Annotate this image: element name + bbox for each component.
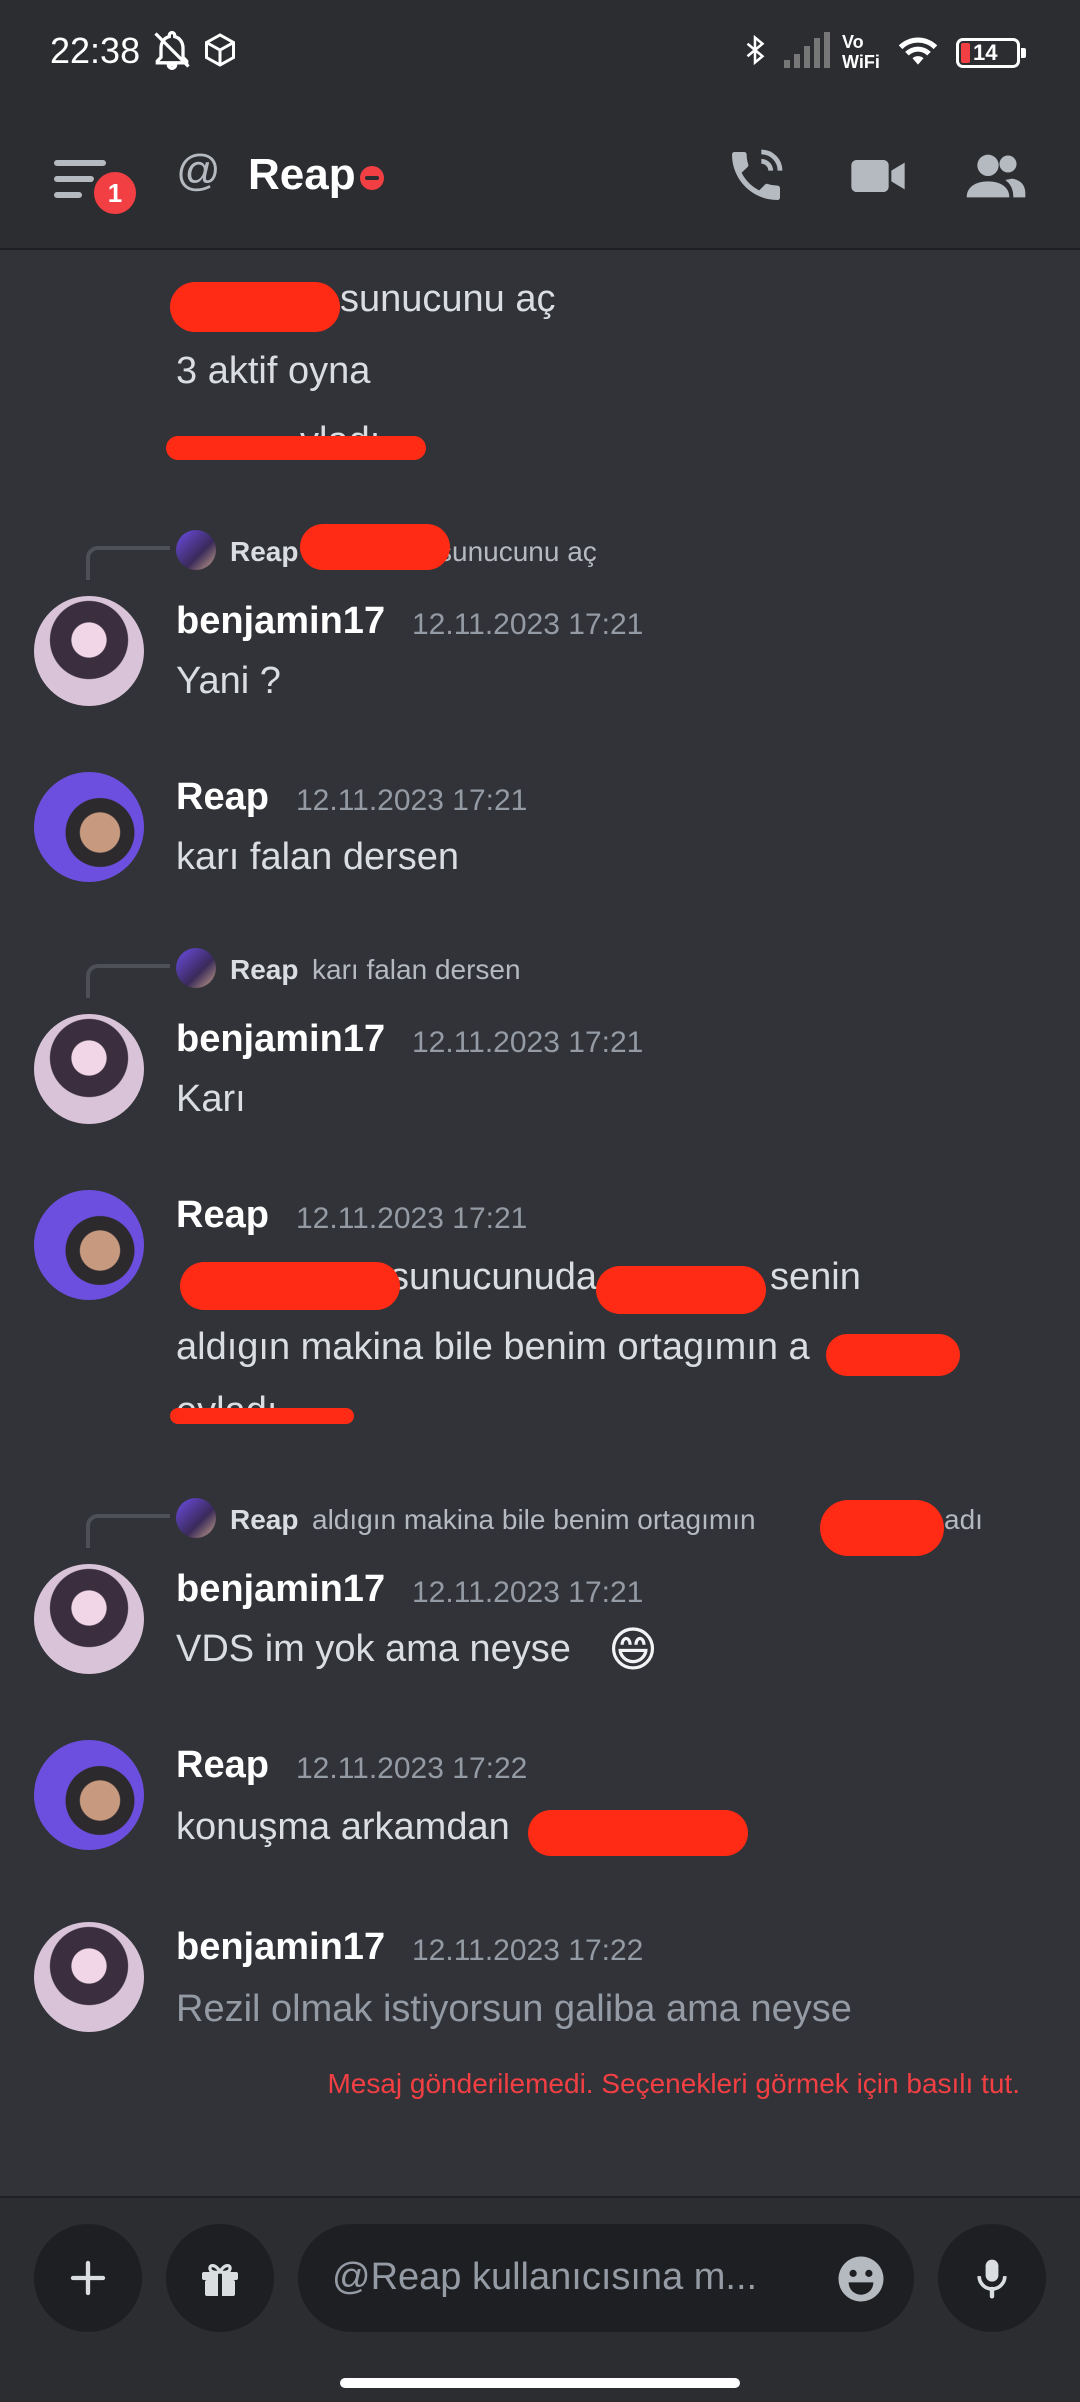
- gift-button[interactable]: [166, 2224, 274, 2332]
- message-text: sunucunu aç: [340, 278, 556, 320]
- reply-text[interactable]: karı falan dersen: [312, 954, 521, 986]
- send-error-text: Mesaj gönderilemedi. Seçenekleri görmek …: [327, 2068, 1020, 2099]
- message-timestamp: 12.11.2023 17:21: [296, 1202, 528, 1235]
- message-text: karı falan dersen: [176, 836, 460, 878]
- message-author[interactable]: benjamin17: [176, 1568, 385, 1611]
- redaction-mark: [826, 1334, 960, 1376]
- network-label: Vo WiFi: [842, 32, 880, 72]
- message-text: aldıgın makina bile benim ortagımın a: [176, 1326, 810, 1368]
- status-bar: 22:38 Vo WiFi 14: [0, 0, 1080, 110]
- members-icon[interactable]: [964, 144, 1028, 208]
- message-timestamp: 12.11.2023 17:21: [296, 784, 528, 817]
- message-text: Karı: [176, 1078, 246, 1120]
- avatar[interactable]: [34, 596, 144, 706]
- message-author[interactable]: benjamin17: [176, 600, 385, 643]
- home-indicator[interactable]: [340, 2378, 740, 2388]
- failed-message-text[interactable]: Rezil olmak istiyorsun galiba ama neyse: [176, 1988, 852, 2031]
- message-text: konuşma arkamdan: [176, 1806, 510, 1848]
- reply-text[interactable]: aldıgın makina bile benim ortagımın: [312, 1504, 756, 1536]
- redaction-mark: [820, 1500, 944, 1556]
- redaction-mark: [166, 436, 426, 460]
- cube-icon: [205, 33, 235, 67]
- signal-icon: [784, 32, 830, 68]
- reply-avatar: [176, 948, 216, 988]
- redaction-mark: [528, 1810, 748, 1856]
- message-text: VDS im yok ama neyse: [176, 1628, 571, 1670]
- bluetooth-icon: [746, 34, 765, 66]
- message-text: senin: [770, 1256, 861, 1298]
- notification-badge: 1: [90, 168, 140, 218]
- video-camera-icon[interactable]: [846, 144, 910, 208]
- voice-button[interactable]: [938, 2224, 1046, 2332]
- at-icon: @: [176, 146, 221, 195]
- avatar[interactable]: [34, 1190, 144, 1300]
- redaction-mark: [170, 1408, 354, 1424]
- reply-connector: [86, 546, 170, 580]
- redaction-mark: [596, 1266, 766, 1314]
- message-timestamp: 12.11.2023 17:21: [412, 1576, 644, 1609]
- reply-author[interactable]: Reap: [230, 954, 298, 986]
- message-timestamp: 12.11.2023 17:21: [412, 1026, 644, 1059]
- message-author[interactable]: benjamin17: [176, 1018, 385, 1061]
- avatar[interactable]: [34, 1740, 144, 1850]
- message-author[interactable]: Reap: [176, 776, 269, 819]
- message-author[interactable]: Reap: [176, 1744, 269, 1787]
- channel-header: 1 @ Reap: [0, 110, 1080, 250]
- page-title[interactable]: Reap: [248, 150, 356, 200]
- avatar[interactable]: [34, 1014, 144, 1124]
- message-timestamp: 12.11.2023 17:21: [412, 608, 644, 641]
- redaction-mark: [180, 1262, 400, 1310]
- avatar[interactable]: [34, 1922, 144, 2032]
- reply-text[interactable]: sunucunu aç: [438, 536, 597, 568]
- microphone-icon: [977, 2259, 1007, 2299]
- message-text: sunucunuda: [390, 1256, 598, 1298]
- message-timestamp: 12.11.2023 17:22: [412, 1934, 644, 1967]
- message-text: Yani ?: [176, 660, 281, 702]
- message-author[interactable]: Reap: [176, 1194, 269, 1237]
- redaction-mark: [300, 524, 450, 570]
- wifi-icon: [898, 37, 938, 65]
- grinning-emoji: 😄: [608, 1624, 659, 1677]
- reply-author[interactable]: Reap: [230, 536, 298, 568]
- add-button[interactable]: [34, 2224, 142, 2332]
- reply-avatar: [176, 1498, 216, 1538]
- status-time: 22:38: [50, 30, 141, 71]
- message-author[interactable]: benjamin17: [176, 1926, 385, 1969]
- bell-off-icon: [154, 31, 190, 70]
- avatar[interactable]: [34, 772, 144, 882]
- plus-icon: [70, 2260, 106, 2296]
- message-timestamp: 12.11.2023 17:22: [296, 1752, 528, 1785]
- reply-connector: [86, 964, 170, 998]
- message-text: 3 aktif oyna: [176, 350, 371, 392]
- reply-text[interactable]: adı: [944, 1504, 983, 1536]
- avatar[interactable]: [34, 1564, 144, 1674]
- message-input-placeholder: @Reap kullanıcısına m...: [332, 2256, 758, 2298]
- dnd-status-icon: [360, 166, 384, 190]
- battery-icon: 14: [956, 38, 1026, 68]
- redaction-mark: [170, 282, 340, 332]
- message-composer: @Reap kullanıcısına m...: [0, 2196, 1080, 2402]
- emoji-icon[interactable]: [834, 2252, 888, 2306]
- reply-avatar: [176, 530, 216, 570]
- reply-connector: [86, 1514, 170, 1548]
- message-input[interactable]: @Reap kullanıcısına m...: [298, 2224, 914, 2332]
- battery-level: 14: [973, 40, 998, 65]
- reply-author[interactable]: Reap: [230, 1504, 298, 1536]
- gift-icon: [202, 2264, 238, 2296]
- phone-call-icon[interactable]: [724, 144, 788, 208]
